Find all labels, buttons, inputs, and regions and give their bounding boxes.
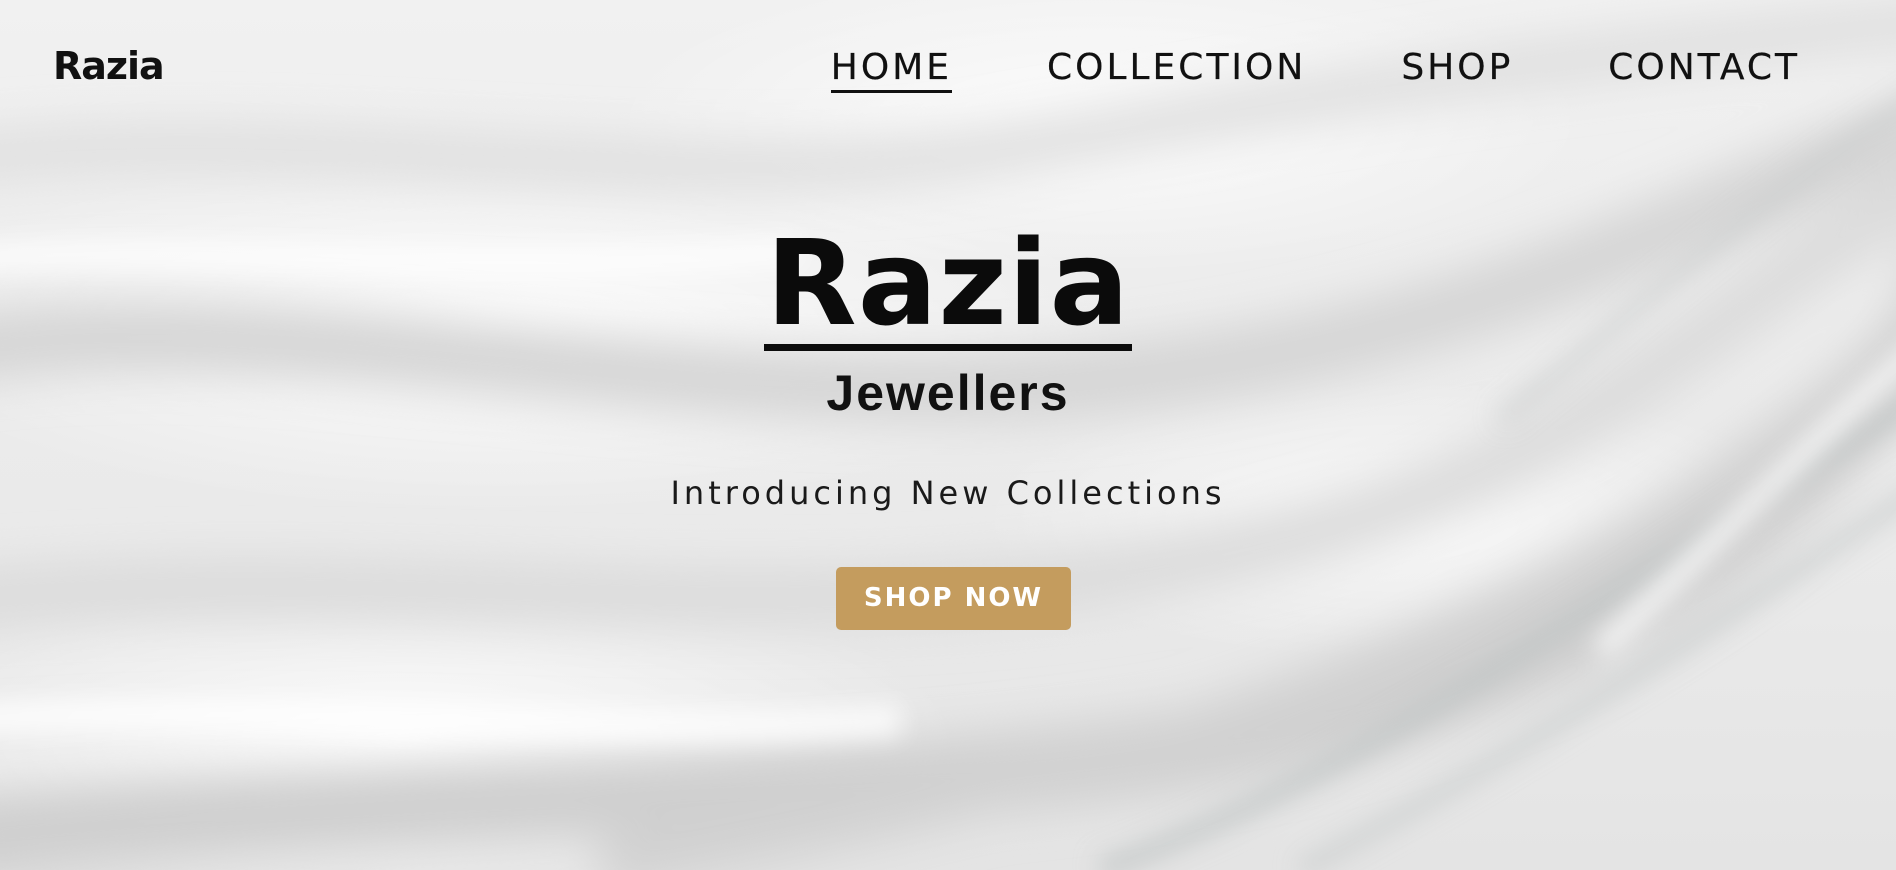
hero-subtitle: Jewellers xyxy=(826,365,1070,421)
nav-link-contact[interactable]: CONTACT xyxy=(1608,46,1800,93)
shop-now-button[interactable]: SHOP NOW xyxy=(836,567,1071,630)
nav-menu: HOME COLLECTION SHOP CONTACT xyxy=(736,46,1800,93)
site-logo[interactable]: Razia xyxy=(53,44,165,88)
hero-title: Razia xyxy=(763,214,1133,352)
hero-title-wrap: Razia xyxy=(0,222,1896,351)
navbar: Razia HOME COLLECTION SHOP CONTACT xyxy=(0,0,1896,136)
hero-tagline: Introducing New Collections xyxy=(670,474,1226,512)
nav-link-collection[interactable]: COLLECTION xyxy=(1047,46,1306,93)
nav-link-shop[interactable]: SHOP xyxy=(1401,46,1513,93)
nav-link-home[interactable]: HOME xyxy=(831,46,952,93)
